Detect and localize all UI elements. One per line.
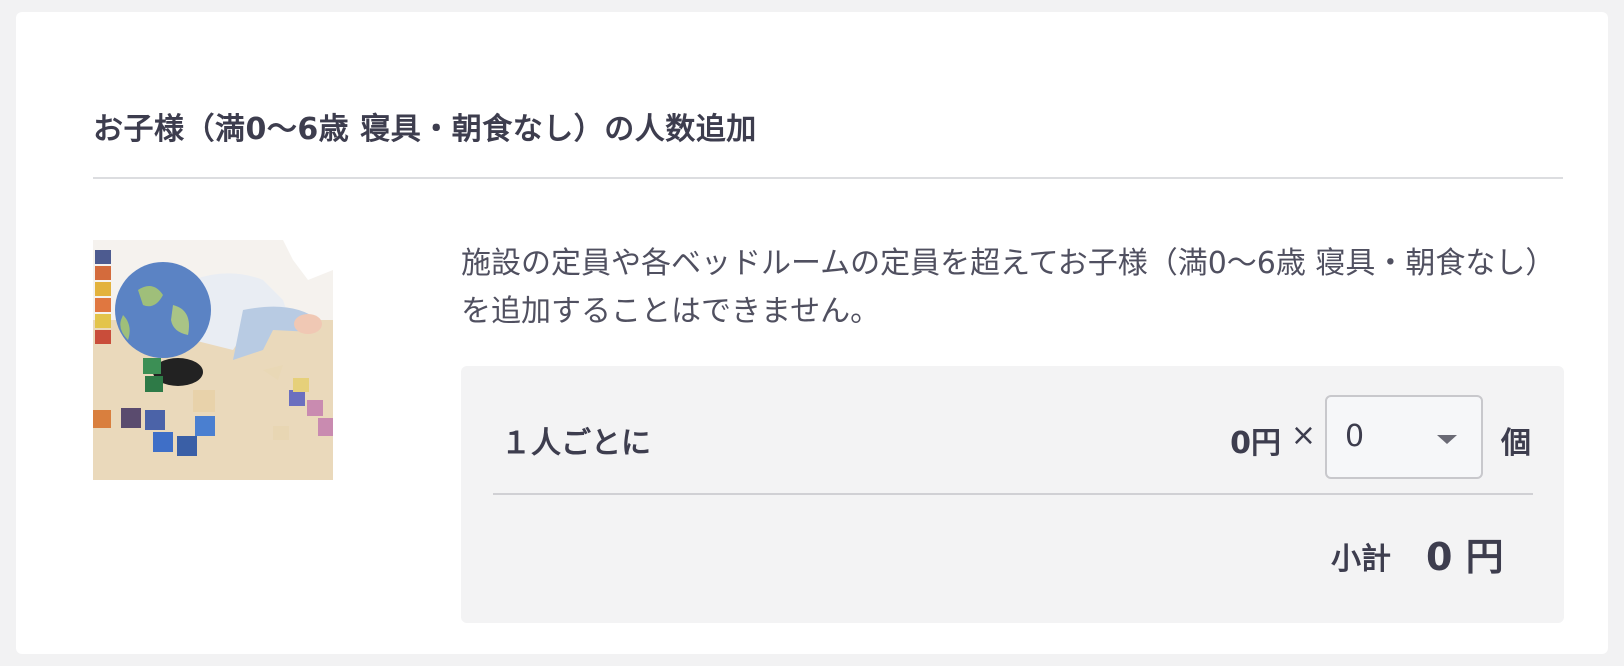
section-title: お子様（満0〜6歳 寝具・朝食なし）の人数追加 (93, 112, 757, 147)
price-divider (493, 493, 1533, 495)
per-person-label: １人ごとに (501, 426, 651, 461)
price-panel: １人ごとに 0円 × 0 個 小計 0 円 (461, 366, 1564, 623)
counter-unit-label: 個 (1501, 426, 1531, 461)
child-addition-card: お子様（満0〜6歳 寝具・朝食なし）の人数追加 施設の定員や各ベッドルームの定員… (16, 12, 1608, 654)
title-divider (93, 177, 1563, 179)
multiply-sign: × (1290, 418, 1316, 453)
subtotal-value: 0 円 (1426, 535, 1504, 579)
page-background: お子様（満0〜6歳 寝具・朝食なし）の人数追加 施設の定員や各ベッドルームの定員… (0, 0, 1624, 666)
section-description: 施設の定員や各ベッドルームの定員を超えてお子様（満0〜6歳 寝具・朝食なし）を追… (461, 246, 1556, 329)
chevron-down-icon (1437, 435, 1457, 444)
child-photo-illustration (93, 240, 333, 480)
quantity-value: 0 (1345, 419, 1365, 454)
unit-price: 0円 (1230, 426, 1281, 461)
subtotal-label: 小計 (1331, 542, 1391, 577)
quantity-select[interactable]: 0 (1325, 395, 1483, 479)
child-playing-photo (93, 240, 333, 480)
